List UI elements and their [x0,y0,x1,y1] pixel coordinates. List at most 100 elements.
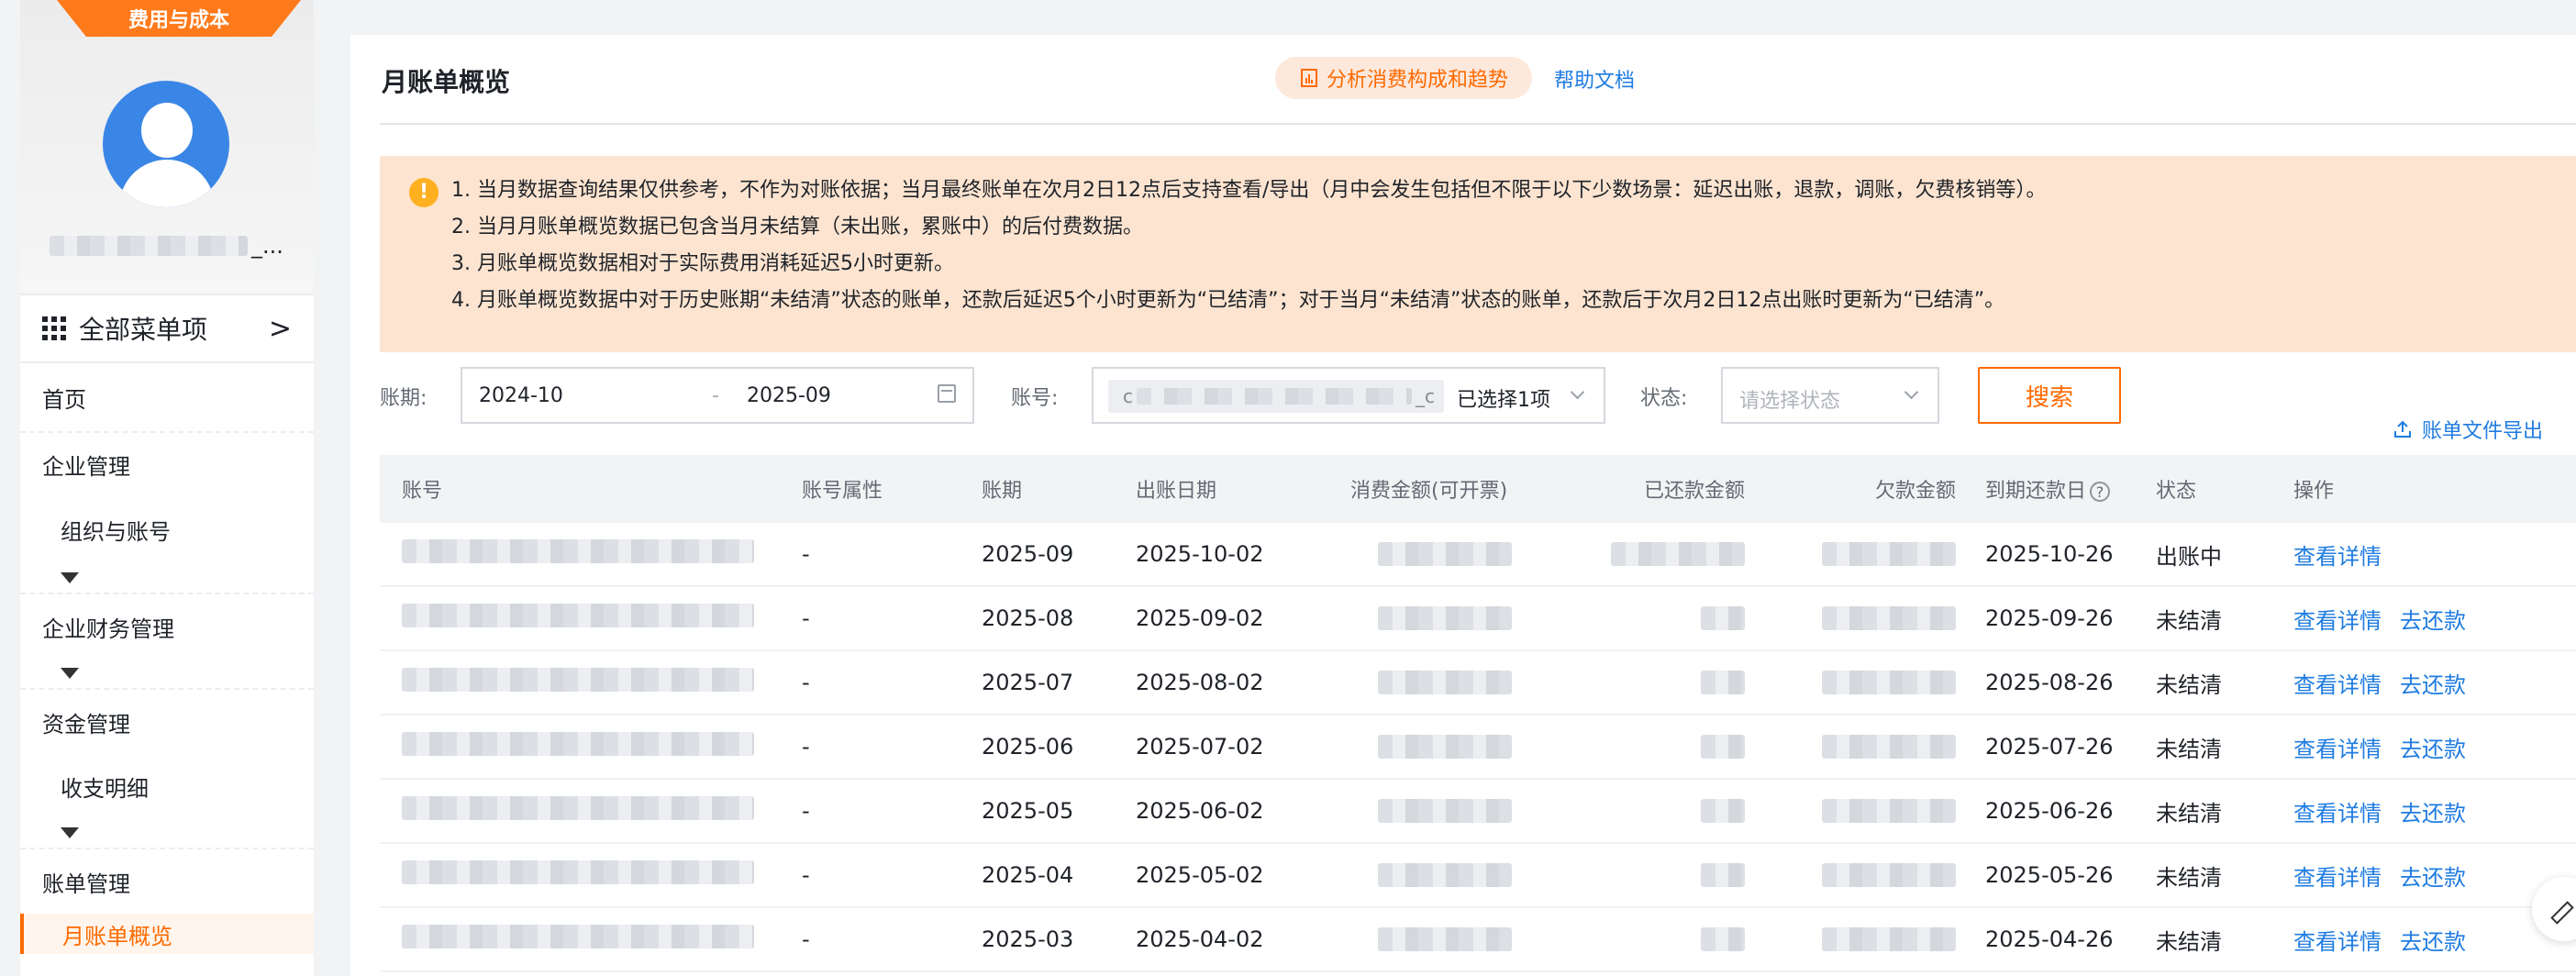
status-label: 状态: [1640,387,1688,410]
sidebar-item-monthly-bill[interactable]: 月账单概览 [20,914,314,954]
view-details-link[interactable]: 查看详情 [2293,544,2382,570]
repay-link[interactable]: 去还款 [2400,737,2466,762]
analysis-button-label: 分析消费构成和趋势 [1326,69,1508,92]
cell-period: 2025-03 [982,926,1074,952]
sidebar-item-billing[interactable]: 账单管理 [20,849,314,914]
divider [380,123,2576,125]
cell-bill-date: 2025-10-02 [1136,541,1264,567]
table-row: - 2025-09 2025-10-02 2025-10-26 出账中 查看详情 [380,523,2576,587]
view-details-link[interactable]: 查看详情 [2293,801,2382,826]
cell-attr: - [802,670,810,695]
expand-caret[interactable] [20,659,314,690]
expand-caret[interactable] [20,818,314,849]
table-row: - 2025-06 2025-07-02 2025-07-26 未结清 查看详情… [380,715,2576,780]
cell-period: 2025-04 [982,862,1074,888]
repay-link[interactable]: 去还款 [2400,929,2466,955]
chevron-right-icon: > [268,312,292,345]
period-label: 账期: [380,387,427,410]
redacted-username [50,236,248,256]
sidebar: 费用与成本 _... 全部菜单项 > 首页 企业管理 组织与账号 企业财务管理 … [20,0,314,976]
help-docs-link[interactable]: 帮助文档 [1554,64,1635,94]
analysis-button[interactable]: 分析消费构成和趋势 [1275,57,1532,99]
cell-attr: - [802,541,810,567]
all-menu-label: 全部菜单项 [79,315,208,345]
selected-account-chip[interactable]: c _c [1108,380,1444,413]
expand-caret[interactable] [20,563,314,594]
table-header: 账号 账号属性 账期 出账日期 消费金额(可开票) 已还款金额 欠款金额 到期还… [380,455,2576,523]
view-details-link[interactable]: 查看详情 [2293,672,2382,698]
cell-bill-date: 2025-07-02 [1136,734,1264,760]
redacted-amount [1822,927,1956,951]
sidebar-item-enterprise-finance[interactable]: 企业财务管理 [20,594,314,659]
redacted-amount [1822,799,1956,823]
chevron-down-icon [61,572,79,583]
notice-line: 2. 当月月账单概览数据已包含当月未结算（未出账，累账中）的后付费数据。 [451,216,1143,238]
table-row: - 2025-03 2025-04-02 2025-04-26 未结清 查看详情… [380,908,2576,972]
account-select[interactable]: c _c 已选择1项 [1092,367,1605,424]
redacted-amount [1701,671,1745,694]
column-header: 已还款金额 [1643,480,1745,503]
cell-attr: - [802,926,810,952]
cell-due-date: 2025-08-26 [1985,670,2114,695]
view-details-link[interactable]: 查看详情 [2293,737,2382,762]
sidebar-item-home[interactable]: 首页 [20,363,314,433]
notice-line: 4. 月账单概览数据中对于历史账期“未结清”状态的账单，还款后延迟5个小时更新为… [451,289,2005,312]
repay-link[interactable]: 去还款 [2400,865,2466,891]
sidebar-item-funds[interactable]: 资金管理 [20,690,314,754]
cell-period: 2025-05 [982,798,1074,824]
search-button[interactable]: 搜索 [1978,367,2121,424]
view-details-link[interactable]: 查看详情 [2293,865,2382,891]
question-icon[interactable]: ? [2090,482,2111,502]
redacted-account [402,925,754,948]
redacted-amount [1822,606,1956,630]
account-chip-suffix: _c [1416,385,1435,407]
redacted-amount [1822,542,1956,566]
sidebar-item-org-accounts[interactable]: 组织与账号 [20,495,314,563]
column-header: 消费金额(可开票) [1350,480,1508,503]
redacted-account [1137,388,1412,405]
calendar-icon [938,384,956,403]
status-select[interactable]: 请选择状态 [1721,367,1939,424]
redacted-amount [1822,671,1956,694]
redacted-amount [1378,735,1512,759]
sidebar-item-transactions[interactable]: 收支明细 [20,754,314,818]
notice-line: 3. 月账单概览数据相对于实际费用消耗延迟5小时更新。 [451,252,954,275]
sidebar-item-enterprise[interactable]: 企业管理 [20,433,314,495]
info-icon: ! [409,178,439,207]
chart-icon [1300,69,1317,87]
cell-period: 2025-08 [982,605,1074,631]
export-bill-file-link[interactable]: 账单文件导出 [2393,415,2543,444]
period-end[interactable]: 2025-09 [747,384,831,407]
period-start[interactable]: 2024-10 [479,384,563,407]
redacted-account [402,732,754,756]
repay-link[interactable]: 去还款 [2400,801,2466,826]
period-range-picker[interactable]: 2024-10 - 2025-09 [461,367,974,424]
cell-status: 出账中 [2156,543,2222,570]
redacted-amount [1378,606,1512,630]
all-menu-button[interactable]: 全部菜单项 > [20,294,314,363]
avatar[interactable] [103,81,229,207]
repay-link[interactable]: 去还款 [2400,608,2466,634]
cell-bill-date: 2025-08-02 [1136,670,1264,695]
cell-period: 2025-09 [982,541,1074,567]
repay-link[interactable]: 去还款 [2400,672,2466,698]
cell-bill-date: 2025-06-02 [1136,798,1264,824]
table-row: - 2025-05 2025-06-02 2025-06-26 未结清 查看详情… [380,780,2576,844]
view-details-link[interactable]: 查看详情 [2293,608,2382,634]
sidebar-item-label: 月账单概览 [62,923,172,949]
category-ribbon: 费用与成本 [57,0,301,37]
cell-attr: - [802,734,810,760]
view-details-link[interactable]: 查看详情 [2293,929,2382,955]
sidebar-item-label: 收支明细 [61,775,149,802]
redacted-amount [1611,542,1745,566]
cell-attr: - [802,605,810,631]
table-row: - 2025-04 2025-05-02 2025-05-26 未结清 查看详情… [380,844,2576,908]
column-header: 账号属性 [802,480,883,503]
cell-period: 2025-07 [982,670,1074,695]
sidebar-item-label: 企业管理 [42,453,130,480]
cell-bill-date: 2025-04-02 [1136,926,1264,952]
profile-card: 费用与成本 _... [20,0,314,294]
cell-attr: - [802,798,810,824]
redacted-amount [1378,542,1512,566]
sidebar-item-label: 账单管理 [42,871,130,897]
